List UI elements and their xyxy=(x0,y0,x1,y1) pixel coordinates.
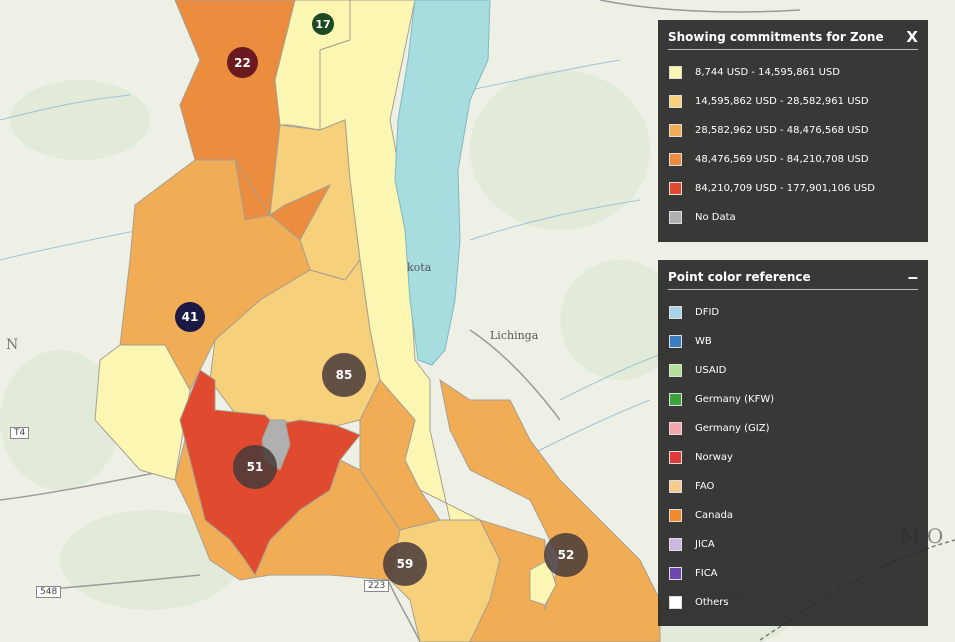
zone-legend-label: 28,582,962 USD - 48,476,568 USD xyxy=(695,125,869,136)
point-legend-swatch xyxy=(669,335,682,348)
zone-legend-item: 14,595,862 USD - 28,582,961 USD xyxy=(658,87,928,116)
zone-legend-swatch xyxy=(669,153,682,166)
zone-legend-label: 84,210,709 USD - 177,901,106 USD xyxy=(695,183,875,194)
place-label-kota: kota xyxy=(407,261,432,274)
point-legend-item: FICA xyxy=(658,559,928,588)
point-legend-label: Germany (KFW) xyxy=(695,394,775,405)
close-icon[interactable]: X xyxy=(906,30,918,45)
place-label-n: N xyxy=(6,337,19,353)
cluster-marker-51[interactable]: 51 xyxy=(233,445,277,489)
point-legend-item: DFID xyxy=(658,298,928,327)
point-legend-swatch xyxy=(669,567,682,580)
zone-legend-label: 48,476,569 USD - 84,210,708 USD xyxy=(695,154,869,165)
point-legend-label: FAO xyxy=(695,481,715,492)
point-legend-item: WB xyxy=(658,327,928,356)
point-legend-item: Germany (KFW) xyxy=(658,385,928,414)
point-legend-swatch xyxy=(669,422,682,435)
point-legend-label: Canada xyxy=(695,510,734,521)
point-legend-swatch xyxy=(669,596,682,609)
cluster-marker-85[interactable]: 85 xyxy=(322,353,366,397)
point-legend-swatch xyxy=(669,306,682,319)
zone-legend-item: 84,210,709 USD - 177,901,106 USD xyxy=(658,174,928,203)
point-legend-label: USAID xyxy=(695,365,727,376)
cluster-marker-41[interactable]: 41 xyxy=(175,302,205,332)
point-legend-swatch xyxy=(669,451,682,464)
point-legend-label: JICA xyxy=(695,539,715,550)
point-legend-label: FICA xyxy=(695,568,718,579)
point-legend-item: Norway xyxy=(658,443,928,472)
road-badge-t4: T4 xyxy=(10,427,30,439)
minimize-icon[interactable]: ‒ xyxy=(908,270,918,285)
point-legend-item: USAID xyxy=(658,356,928,385)
zone-legend-label: 14,595,862 USD - 28,582,961 USD xyxy=(695,96,869,107)
place-label-lichinga: Lichinga xyxy=(490,329,539,342)
point-legend-swatch xyxy=(669,364,682,377)
zone-legend-swatch xyxy=(669,66,682,79)
point-legend-item: Germany (GIZ) xyxy=(658,414,928,443)
point-legend-swatch xyxy=(669,393,682,406)
cluster-marker-52[interactable]: 52 xyxy=(544,533,588,577)
point-legend-item: Canada xyxy=(658,501,928,530)
zone-legend-swatch xyxy=(669,95,682,108)
point-legend-label: DFID xyxy=(695,307,720,318)
zone-legend-item: 8,744 USD - 14,595,861 USD xyxy=(658,58,928,87)
point-legend-item: Others xyxy=(658,588,928,617)
zone-legend-swatch xyxy=(669,124,682,137)
point-legend-panel: Point color reference ‒ DFID WB USAID Germa… xyxy=(658,260,928,626)
zone-legend-item: 28,582,962 USD - 48,476,568 USD xyxy=(658,116,928,145)
point-legend-item: FAO xyxy=(658,472,928,501)
cluster-marker-22[interactable]: 22 xyxy=(227,47,258,78)
road-badge-223: 223 xyxy=(364,580,390,592)
zone-legend-label: 8,744 USD - 14,595,861 USD xyxy=(695,67,840,78)
zone-legend-swatch xyxy=(669,182,682,195)
point-legend-label: Norway xyxy=(695,452,733,463)
zone-legend-swatch xyxy=(669,211,682,224)
zone-legend-label: No Data xyxy=(695,212,736,223)
zone-legend-panel: Showing commitments for Zone X 8,744 USD… xyxy=(658,20,928,242)
point-legend-swatch xyxy=(669,538,682,551)
point-legend-label: Others xyxy=(695,597,729,608)
zone-legend-item: No Data xyxy=(658,203,928,232)
point-legend-item: JICA xyxy=(658,530,928,559)
road-badge-548: 548 xyxy=(36,586,62,598)
point-legend-swatch xyxy=(669,480,682,493)
zone-legend-title: Showing commitments for Zone xyxy=(668,30,884,44)
point-legend-swatch xyxy=(669,509,682,522)
cluster-marker-59[interactable]: 59 xyxy=(383,542,427,586)
point-legend-title: Point color reference xyxy=(668,270,811,284)
point-legend-label: WB xyxy=(695,336,712,347)
cluster-marker-17[interactable]: 17 xyxy=(312,13,334,35)
zone-legend-item: 48,476,569 USD - 84,210,708 USD xyxy=(658,145,928,174)
point-legend-label: Germany (GIZ) xyxy=(695,423,770,434)
